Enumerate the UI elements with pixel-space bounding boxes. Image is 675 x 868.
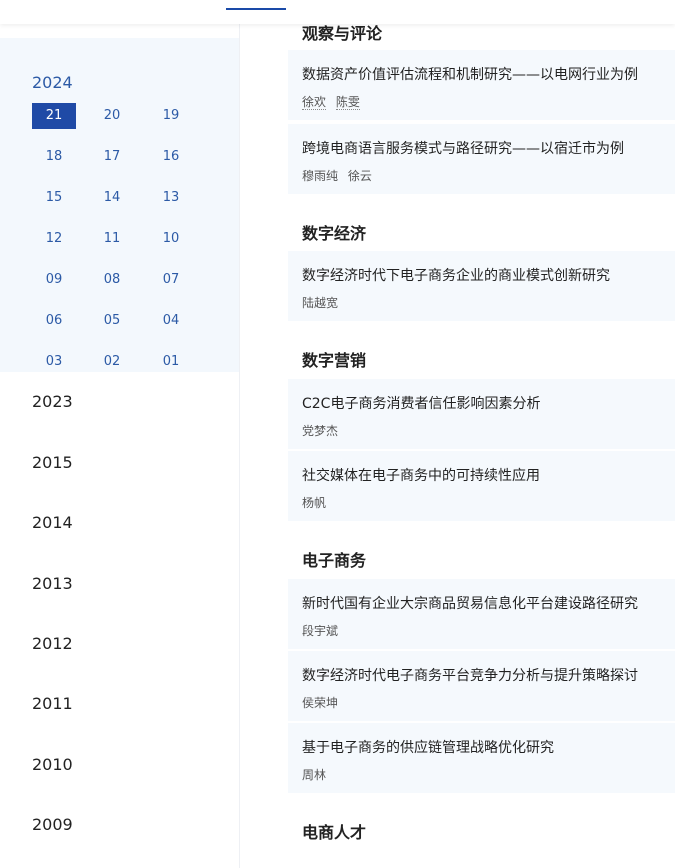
issue-link[interactable]: 20 [90,103,134,129]
article-authors: 侯荣坤 [302,694,344,711]
article-authors: 周林 [302,766,332,783]
year-link[interactable]: 2009 [32,815,73,834]
article-item[interactable]: 跨境电商语言服务模式与路径研究——以宿迁市为例 穆雨纯 徐云 [288,124,675,194]
issue-link[interactable]: 09 [32,267,76,293]
issue-link[interactable]: 21 [32,103,76,129]
year-link[interactable]: 2013 [32,574,73,593]
issue-link[interactable]: 15 [32,185,76,211]
year-link[interactable]: 2015 [32,453,73,472]
issue-link[interactable]: 02 [90,349,134,375]
author-link[interactable]: 段宇斌 [302,624,338,638]
year-link[interactable]: 2014 [32,513,73,532]
issue-link[interactable]: 07 [149,267,193,293]
year-label-active[interactable]: 2024 [32,73,73,92]
author-link[interactable]: 侯荣坤 [302,696,338,710]
article-authors: 党梦杰 [302,422,344,439]
author-link[interactable]: 徐欢 [302,95,327,110]
issue-link[interactable]: 06 [32,308,76,334]
section-title: 电子商务 [302,551,367,570]
year-link[interactable]: 2023 [32,392,73,411]
article-title[interactable]: 基于电子商务的供应链管理战略优化研究 [302,737,554,757]
article-authors: 陆越宽 [302,294,344,311]
top-navigation-bar [0,0,675,24]
section-title: 电商人才 [302,823,367,842]
author-link[interactable]: 陈雯 [335,95,360,110]
article-item[interactable]: 数字经济时代电子商务平台竞争力分析与提升策略探讨 侯荣坤 [288,651,675,721]
author-link[interactable]: 陆越宽 [302,296,338,310]
author-link[interactable]: 杨帆 [302,496,326,510]
issue-link[interactable]: 05 [90,308,134,334]
author-link[interactable]: 党梦杰 [302,424,338,438]
issue-link[interactable]: 03 [32,349,76,375]
article-title[interactable]: 数据资产价值评估流程和机制研究——以电网行业为例 [302,64,638,84]
author-link[interactable]: 徐云 [348,169,372,183]
active-tab-indicator [226,8,286,10]
section-title: 数字经济 [302,224,367,243]
article-title[interactable]: 数字经济时代电子商务平台竞争力分析与提升策略探讨 [302,665,638,685]
issue-link[interactable]: 11 [90,226,134,252]
author-link[interactable]: 周林 [302,768,326,782]
issue-link[interactable]: 04 [149,308,193,334]
article-item[interactable]: 数字经济时代下电子商务企业的商业模式创新研究 陆越宽 [288,251,675,321]
issue-link[interactable]: 01 [149,349,193,375]
issue-link[interactable]: 17 [90,144,134,170]
issue-link[interactable]: 19 [149,103,193,129]
issue-link[interactable]: 18 [32,144,76,170]
article-authors: 穆雨纯 徐云 [302,167,378,184]
author-link[interactable]: 穆雨纯 [302,169,338,183]
article-item[interactable]: 社交媒体在电子商务中的可持续性应用 杨帆 [288,451,675,521]
issue-link[interactable]: 12 [32,226,76,252]
article-authors: 段宇斌 [302,622,344,639]
article-item[interactable]: 基于电子商务的供应链管理战略优化研究 周林 [288,723,675,793]
article-item[interactable]: C2C电子商务消费者信任影响因素分析 党梦杰 [288,379,675,449]
issue-link[interactable]: 08 [90,267,134,293]
issue-link[interactable]: 10 [149,226,193,252]
article-title[interactable]: 新时代国有企业大宗商品贸易信息化平台建设路径研究 [302,593,638,613]
article-authors: 徐欢 陈雯 [302,93,366,110]
issue-link[interactable]: 13 [149,185,193,211]
year-panel-2024: 2024 21 20 19 18 17 16 15 14 13 12 11 10… [0,38,239,372]
article-authors: 杨帆 [302,494,332,511]
year-issue-sidebar: 2024 21 20 19 18 17 16 15 14 13 12 11 10… [0,24,240,868]
article-item[interactable]: 数据资产价值评估流程和机制研究——以电网行业为例 徐欢 陈雯 [288,50,675,120]
article-title[interactable]: 社交媒体在电子商务中的可持续性应用 [302,465,540,485]
issue-link[interactable]: 14 [90,185,134,211]
year-link[interactable]: 2012 [32,634,73,653]
year-link[interactable]: 2010 [32,755,73,774]
article-list: 观察与评论 数据资产价值评估流程和机制研究——以电网行业为例 徐欢 陈雯 跨境电… [288,0,675,868]
article-title[interactable]: 跨境电商语言服务模式与路径研究——以宿迁市为例 [302,138,624,158]
section-title: 数字营销 [302,351,367,370]
article-item[interactable]: 新时代国有企业大宗商品贸易信息化平台建设路径研究 段宇斌 [288,579,675,649]
issue-link[interactable]: 16 [149,144,193,170]
article-title[interactable]: C2C电子商务消费者信任影响因素分析 [302,393,540,413]
article-title[interactable]: 数字经济时代下电子商务企业的商业模式创新研究 [302,265,610,285]
year-link[interactable]: 2011 [32,694,73,713]
